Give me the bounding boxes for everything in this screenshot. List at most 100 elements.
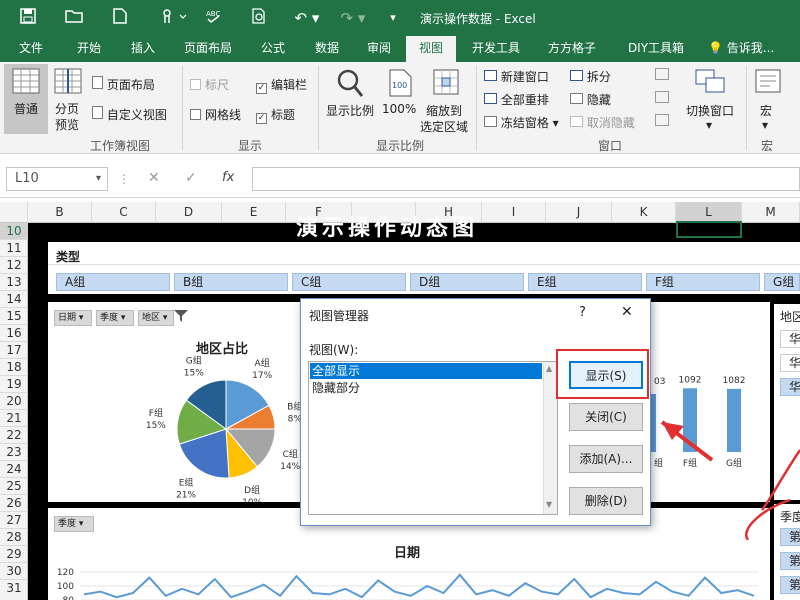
row-header[interactable]: 14 bbox=[0, 291, 28, 308]
gridlines-checkbox[interactable]: 网格线 bbox=[190, 106, 241, 123]
print-preview-icon[interactable] bbox=[248, 8, 270, 28]
switch-windows-button[interactable]: 切换窗口 ▾ bbox=[680, 64, 742, 134]
tab-formulas[interactable]: 公式 bbox=[250, 36, 296, 62]
spelling-icon[interactable]: ABC bbox=[203, 8, 225, 28]
normal-view-button[interactable]: 普通 bbox=[4, 64, 48, 134]
arrange-all-button[interactable]: 全部重排 bbox=[484, 91, 549, 108]
column-header[interactable]: B bbox=[28, 202, 92, 223]
column-header[interactable]: M bbox=[742, 202, 800, 223]
custom-view-button[interactable]: 自定义视图 bbox=[92, 106, 167, 123]
split-button[interactable]: 拆分 bbox=[570, 68, 611, 85]
tab-view[interactable]: 视图 bbox=[406, 36, 456, 62]
show-button[interactable]: 显示(S) bbox=[569, 361, 643, 389]
slicer-item-a[interactable]: A组 bbox=[56, 273, 170, 291]
slicer-item-e[interactable]: E组 bbox=[528, 273, 642, 291]
cancel-icon[interactable]: ✕ bbox=[148, 170, 160, 186]
page-break-preview-button[interactable]: 分页 预览 bbox=[50, 64, 86, 134]
customize-qat-icon[interactable]: ▾ bbox=[382, 8, 404, 28]
region-filter-button[interactable]: 地区 ▾ bbox=[138, 310, 174, 326]
row-header[interactable]: 25 bbox=[0, 478, 28, 495]
date-filter-button[interactable]: 日期 ▾ bbox=[54, 310, 92, 326]
row-header[interactable]: 12 bbox=[0, 257, 28, 274]
open-icon[interactable] bbox=[63, 8, 85, 28]
tab-insert[interactable]: 插入 bbox=[120, 36, 166, 62]
list-scrollbar[interactable]: ▲ ▼ bbox=[543, 362, 557, 514]
tab-page-layout[interactable]: 页面布局 bbox=[176, 36, 240, 62]
enter-icon[interactable]: ✓ bbox=[185, 170, 197, 186]
view-side-by-side-icon[interactable] bbox=[655, 68, 669, 80]
tell-me-box[interactable]: 💡 告诉我... bbox=[708, 36, 798, 62]
slicer-item-f[interactable]: F组 bbox=[646, 273, 760, 291]
close-icon[interactable]: ✕ bbox=[621, 304, 633, 320]
column-header[interactable]: C bbox=[92, 202, 156, 223]
row-header[interactable]: 19 bbox=[0, 376, 28, 393]
zoom-to-selection-button[interactable]: 缩放到 选定区域 bbox=[420, 64, 472, 134]
redo-icon[interactable]: ↷ ▾ bbox=[336, 8, 370, 28]
slicer-item-g[interactable]: G组 bbox=[764, 273, 800, 291]
tab-review[interactable]: 审阅 bbox=[356, 36, 402, 62]
ruler-checkbox[interactable]: 标尺 bbox=[190, 76, 229, 93]
reset-position-icon[interactable] bbox=[655, 114, 669, 126]
save-icon[interactable] bbox=[17, 8, 39, 28]
quarter-slicer-item[interactable]: 第 bbox=[780, 552, 800, 570]
row-header[interactable]: 21 bbox=[0, 410, 28, 427]
insert-function-icon[interactable]: fx bbox=[222, 170, 234, 185]
column-header-selected[interactable]: L bbox=[676, 202, 742, 223]
tab-data[interactable]: 数据 bbox=[304, 36, 350, 62]
column-header[interactable]: K bbox=[612, 202, 676, 223]
unhide-button[interactable]: 取消隐藏 bbox=[570, 114, 635, 131]
views-list[interactable]: 全部显示 隐藏部分 ▲ ▼ bbox=[308, 361, 558, 515]
undo-icon[interactable]: ↶ ▾ bbox=[290, 8, 324, 28]
tab-fangfang[interactable]: 方方格子 bbox=[540, 36, 604, 62]
select-all-corner[interactable] bbox=[0, 202, 28, 223]
tab-diy-toolbox[interactable]: DIY工具箱 bbox=[618, 36, 694, 62]
scroll-up-icon[interactable]: ▲ bbox=[546, 364, 552, 373]
headings-checkbox[interactable]: ✓ 标题 bbox=[256, 106, 295, 124]
page-layout-button[interactable]: 页面布局 bbox=[92, 76, 155, 93]
close-button[interactable]: 关闭(C) bbox=[569, 403, 643, 431]
quarter-field-button[interactable]: 季度 ▾ bbox=[54, 516, 94, 532]
row-header[interactable]: 26 bbox=[0, 495, 28, 512]
quarter-filter-button[interactable]: 季度 ▾ bbox=[96, 310, 134, 326]
slicer-item-d[interactable]: D组 bbox=[410, 273, 524, 291]
row-header[interactable]: 24 bbox=[0, 461, 28, 478]
hide-button[interactable]: 隐藏 bbox=[570, 91, 611, 108]
selected-cell-l10[interactable] bbox=[676, 221, 742, 238]
view-item[interactable]: 隐藏部分 bbox=[310, 380, 542, 396]
formula-input[interactable] bbox=[252, 167, 800, 191]
add-button[interactable]: 添加(A)... bbox=[569, 445, 643, 473]
slicer-item-b[interactable]: B组 bbox=[174, 273, 288, 291]
new-file-icon[interactable] bbox=[109, 8, 131, 28]
scroll-down-icon[interactable]: ▼ bbox=[546, 500, 552, 509]
row-header[interactable]: 28 bbox=[0, 529, 28, 546]
row-header[interactable]: 22 bbox=[0, 427, 28, 444]
sync-scroll-icon[interactable] bbox=[655, 91, 669, 103]
row-header[interactable]: 13 bbox=[0, 274, 28, 291]
row-header[interactable]: 31 bbox=[0, 580, 28, 597]
row-header[interactable]: 30 bbox=[0, 563, 28, 580]
delete-button[interactable]: 删除(D) bbox=[569, 487, 643, 515]
row-header[interactable]: 23 bbox=[0, 444, 28, 461]
row-header[interactable]: 15 bbox=[0, 308, 28, 325]
row-header[interactable]: 27 bbox=[0, 512, 28, 529]
formula-bar-checkbox[interactable]: ✓ 编辑栏 bbox=[256, 76, 307, 94]
zoom-button[interactable]: 显示比例 bbox=[324, 64, 376, 120]
zoom-100-button[interactable]: 100 100% bbox=[380, 64, 420, 120]
view-item-selected[interactable]: 全部显示 bbox=[310, 363, 542, 379]
slicer-item-c[interactable]: C组 bbox=[292, 273, 406, 291]
formula-bar-splitter[interactable]: ⋮ bbox=[118, 172, 130, 186]
row-header[interactable]: 29 bbox=[0, 546, 28, 563]
name-box[interactable]: L10 ▾ bbox=[6, 167, 108, 191]
region-slicer-item[interactable]: 华 bbox=[780, 354, 800, 372]
help-icon[interactable]: ? bbox=[579, 305, 586, 320]
new-window-button[interactable]: 新建窗口 bbox=[484, 68, 549, 85]
quarter-slicer-item[interactable]: 第 bbox=[780, 576, 800, 594]
row-header[interactable]: 18 bbox=[0, 359, 28, 376]
freeze-panes-button[interactable]: 冻结窗格 ▾ bbox=[484, 114, 559, 131]
column-header[interactable]: D bbox=[156, 202, 222, 223]
tab-home[interactable]: 开始 bbox=[66, 36, 112, 62]
row-header[interactable]: 17 bbox=[0, 342, 28, 359]
macros-button[interactable]: 宏 ▾ bbox=[750, 64, 790, 134]
column-header[interactable]: E bbox=[222, 202, 286, 223]
row-header-selected[interactable]: 10 bbox=[0, 223, 28, 240]
